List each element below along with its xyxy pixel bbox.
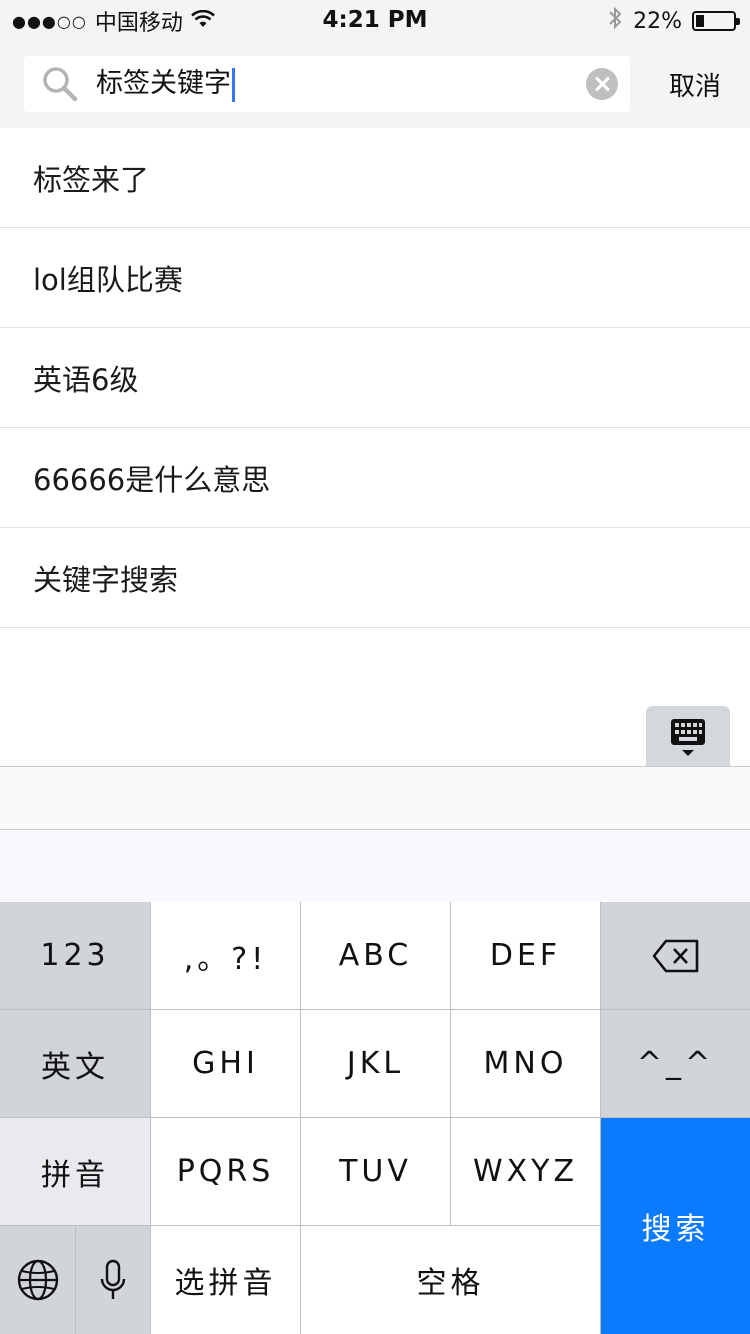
key-emoticon[interactable]: ^_^ [601, 1010, 750, 1117]
backspace-icon [652, 939, 698, 972]
suggestion-list: 标签来了 lol组队比赛 英语6级 66666是什么意思 关键字搜索 [0, 128, 750, 628]
text-cursor [232, 67, 235, 102]
battery-percent: 22% [633, 8, 682, 34]
key-label: 拼音 [41, 1157, 109, 1193]
key-tuv[interactable]: TUV [301, 1118, 450, 1225]
key-label: MNO [483, 1046, 568, 1081]
key-jkl[interactable]: JKL [301, 1010, 450, 1117]
key-label: GHI [192, 1046, 259, 1081]
suggestion-item[interactable]: lol组队比赛 [0, 228, 750, 328]
search-key[interactable]: 搜索 [601, 1118, 750, 1334]
key-ghi[interactable]: GHI [151, 1010, 300, 1117]
key-punctuation[interactable]: ,。?! [151, 902, 300, 1009]
suggestion-item[interactable]: 关键字搜索 [0, 528, 750, 628]
search-box[interactable]: 标签关键字 [24, 56, 630, 112]
keyboard: 123 ,。?! ABC DEF 英文 GHI JKL MNO ^_^ 拼音 P… [0, 902, 750, 1334]
key-label: JKL [346, 1046, 405, 1081]
candidate-bar [0, 766, 750, 830]
microphone-key[interactable] [76, 1226, 150, 1334]
key-label: TUV [339, 1154, 412, 1189]
keyboard-hide-icon [671, 719, 705, 756]
suggestion-item[interactable]: 66666是什么意思 [0, 428, 750, 528]
search-input[interactable]: 标签关键字 [96, 62, 556, 106]
key-label: 123 [40, 938, 110, 973]
key-label: 空格 [416, 1266, 485, 1301]
key-label: 选拼音 [174, 1266, 277, 1301]
candidate-area [0, 830, 750, 902]
key-label: 英文 [41, 1049, 109, 1085]
suggestion-item[interactable]: 标签来了 [0, 128, 750, 228]
status-bar: ●●●○○ 中国移动 4:21 PM 22% [0, 0, 750, 40]
key-label: PQRS [176, 1154, 275, 1189]
keyboard-dismiss-button[interactable] [646, 706, 730, 768]
key-pinyin[interactable]: 拼音 [0, 1118, 150, 1225]
battery-fill [696, 15, 704, 27]
space-key[interactable]: 空格 [301, 1226, 600, 1334]
search-header: 标签关键字 取消 [0, 40, 750, 128]
key-mno[interactable]: MNO [451, 1010, 600, 1117]
search-input-text: 标签关键字 [96, 68, 231, 99]
key-english[interactable]: 英文 [0, 1010, 150, 1117]
key-abc[interactable]: ABC [301, 902, 450, 1009]
suggestion-item[interactable]: 英语6级 [0, 328, 750, 428]
cancel-button[interactable]: 取消 [640, 40, 750, 128]
key-123[interactable]: 123 [0, 902, 150, 1009]
battery-nub [736, 18, 740, 25]
key-label: ^_^ [636, 1046, 715, 1081]
clear-icon[interactable] [586, 68, 618, 100]
search-icon [42, 66, 78, 102]
key-pqrs[interactable]: PQRS [151, 1118, 300, 1225]
key-label: DEF [489, 938, 562, 973]
globe-icon [17, 1259, 58, 1301]
bluetooth-icon [607, 5, 623, 37]
key-label: 搜索 [641, 1212, 710, 1247]
key-label: WXYZ [472, 1154, 579, 1189]
backspace-key[interactable] [601, 902, 750, 1009]
battery-icon [692, 11, 740, 31]
key-choose-pinyin[interactable]: 选拼音 [151, 1226, 300, 1334]
key-label: ,。?! [183, 941, 268, 977]
key-label: ABC [338, 938, 413, 973]
key-wxyz[interactable]: WXYZ [451, 1118, 600, 1225]
globe-key[interactable] [0, 1226, 75, 1334]
microphone-icon [100, 1259, 126, 1299]
key-def[interactable]: DEF [451, 902, 600, 1009]
